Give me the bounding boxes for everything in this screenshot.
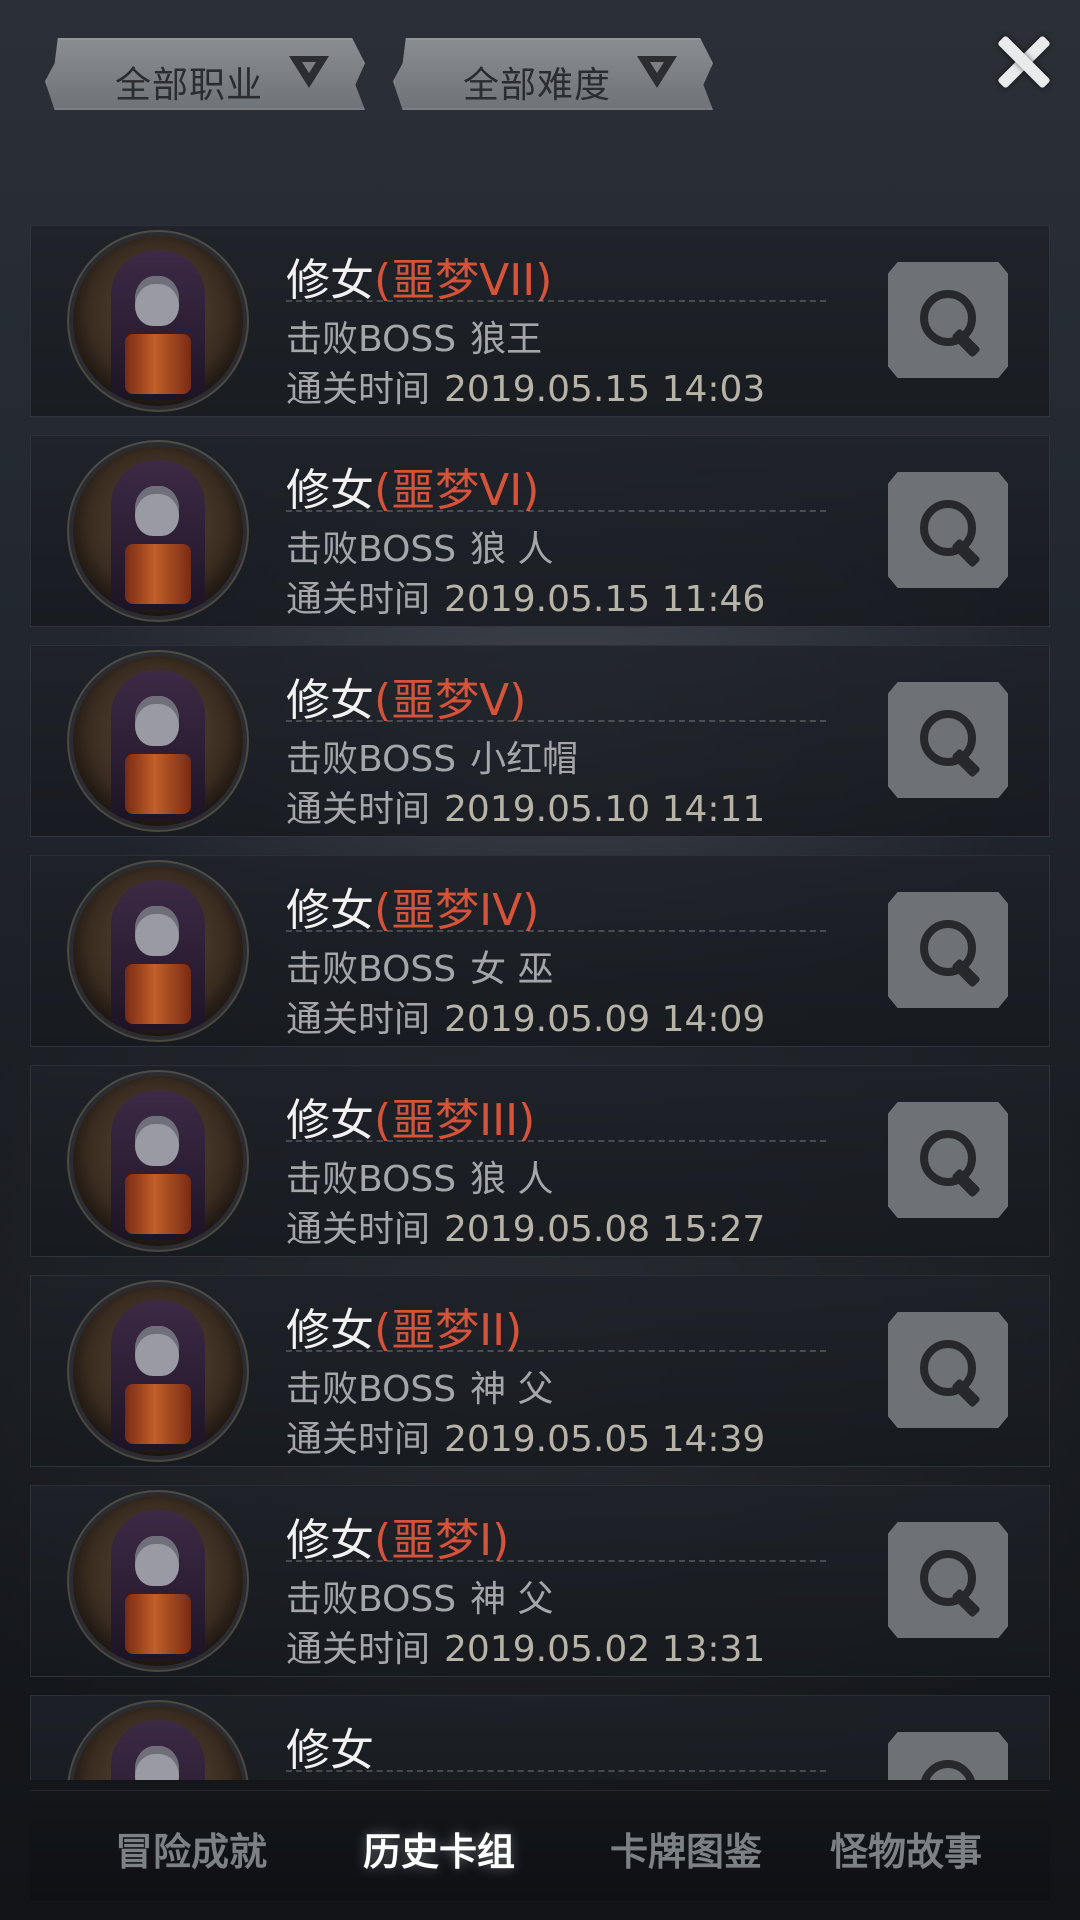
view-detail-button[interactable]: [888, 1522, 1008, 1638]
avatar: [73, 656, 243, 826]
difficulty-label: (噩梦IV): [374, 885, 540, 936]
boss-info: 击败BOSS 女 巫: [286, 949, 554, 990]
record-title: 修女(噩梦VII): [286, 255, 553, 306]
boss-info: 击败BOSS 小红帽: [286, 739, 579, 780]
list-item[interactable]: 修女(噩梦II) 击败BOSS 神 父 通关时间 2019.05.05 14:39: [30, 1275, 1050, 1467]
boss-info: 击败BOSS 狼王: [286, 319, 543, 360]
record-title: 修女(噩梦V): [286, 675, 527, 726]
record-title: 修女(噩梦III): [286, 1095, 536, 1146]
avatar: [73, 866, 243, 1036]
clear-time: 通关时间 2019.05.09 14:09: [286, 999, 766, 1040]
view-detail-button[interactable]: [888, 1312, 1008, 1428]
difficulty-label: (噩梦VII): [374, 255, 553, 306]
list-item[interactable]: 修女(噩梦I) 击败BOSS 神 父 通关时间 2019.05.02 13:31: [30, 1485, 1050, 1677]
avatar: [73, 1496, 243, 1666]
list-item[interactable]: 修女(噩梦V) 击败BOSS 小红帽 通关时间 2019.05.10 14:11: [30, 645, 1050, 837]
view-detail-button[interactable]: [888, 1732, 1008, 1780]
tab-monster-stories[interactable]: 怪物故事: [830, 1821, 982, 1876]
boss-info: 击败BOSS 狼 人: [286, 529, 554, 570]
list-item[interactable]: 修女(噩梦VII) 击败BOSS 狼王 通关时间 2019.05.15 14:03: [30, 225, 1050, 417]
avatar: [73, 236, 243, 406]
tab-card-gallery[interactable]: 卡牌图鉴: [610, 1821, 762, 1876]
boss-info: 击败BOSS 狼 人: [286, 1159, 554, 1200]
triangle-down-icon: [637, 56, 677, 88]
list-item[interactable]: 修女(噩梦III) 击败BOSS 狼 人 通关时间 2019.05.08 15:27: [30, 1065, 1050, 1257]
clear-time: 通关时间 2019.05.08 15:27: [286, 1209, 766, 1250]
difficulty-label: (噩梦III): [374, 1095, 536, 1146]
difficulty-label: (噩梦II): [374, 1305, 523, 1356]
view-detail-button[interactable]: [888, 472, 1008, 588]
divider: [286, 930, 826, 932]
divider: [286, 1770, 826, 1772]
list-item[interactable]: 修女(噩梦VI) 击败BOSS 狼 人 通关时间 2019.05.15 11:46: [30, 435, 1050, 627]
difficulty-filter-label: 全部难度: [463, 65, 612, 106]
list-item[interactable]: 修女: [30, 1695, 1050, 1780]
history-deck-list[interactable]: 修女(噩梦VII) 击败BOSS 狼王 通关时间 2019.05.15 14:03 …: [30, 225, 1050, 1780]
close-icon[interactable]: [990, 30, 1054, 94]
divider: [286, 720, 826, 722]
boss-info: 击败BOSS 神 父: [286, 1579, 554, 1620]
record-title: 修女(噩梦I): [286, 1515, 510, 1566]
view-detail-button[interactable]: [888, 892, 1008, 1008]
magnifier-icon: [920, 1760, 976, 1780]
bottom-tab-bar: 冒险成就 历史卡组 卡牌图鉴 怪物故事: [30, 1790, 1050, 1901]
divider: [286, 300, 826, 302]
clear-time: 通关时间 2019.05.15 11:46: [286, 579, 766, 620]
clear-time: 通关时间 2019.05.15 14:03: [286, 369, 766, 410]
view-detail-button[interactable]: [888, 1102, 1008, 1218]
avatar: [73, 1706, 243, 1780]
clear-time: 通关时间 2019.05.10 14:11: [286, 789, 766, 830]
record-title: 修女: [286, 1725, 374, 1776]
record-title: 修女(噩梦II): [286, 1305, 523, 1356]
boss-info: 击败BOSS 神 父: [286, 1369, 554, 1410]
difficulty-label: (噩梦VI): [374, 465, 540, 516]
tab-adventure-achievements[interactable]: 冒险成就: [115, 1821, 267, 1876]
list-item[interactable]: 修女(噩梦IV) 击败BOSS 女 巫 通关时间 2019.05.09 14:09: [30, 855, 1050, 1047]
divider: [286, 1140, 826, 1142]
clear-time: 通关时间 2019.05.02 13:31: [286, 1629, 766, 1670]
difficulty-label: (噩梦I): [374, 1515, 510, 1566]
record-title: 修女(噩梦IV): [286, 885, 540, 936]
difficulty-filter-dropdown[interactable]: 全部难度: [393, 38, 713, 110]
divider: [286, 1560, 826, 1562]
clear-time: 通关时间 2019.05.05 14:39: [286, 1419, 766, 1460]
record-title: 修女(噩梦VI): [286, 465, 540, 516]
difficulty-label: (噩梦V): [374, 675, 527, 726]
class-filter-label: 全部职业: [115, 65, 264, 106]
tab-history-decks[interactable]: 历史卡组: [363, 1821, 515, 1876]
divider: [286, 1350, 826, 1352]
class-filter-dropdown[interactable]: 全部职业: [45, 38, 365, 110]
view-detail-button[interactable]: [888, 262, 1008, 378]
triangle-down-icon: [289, 56, 329, 88]
avatar: [73, 1076, 243, 1246]
avatar: [73, 1286, 243, 1456]
divider: [286, 510, 826, 512]
avatar: [73, 446, 243, 616]
view-detail-button[interactable]: [888, 682, 1008, 798]
